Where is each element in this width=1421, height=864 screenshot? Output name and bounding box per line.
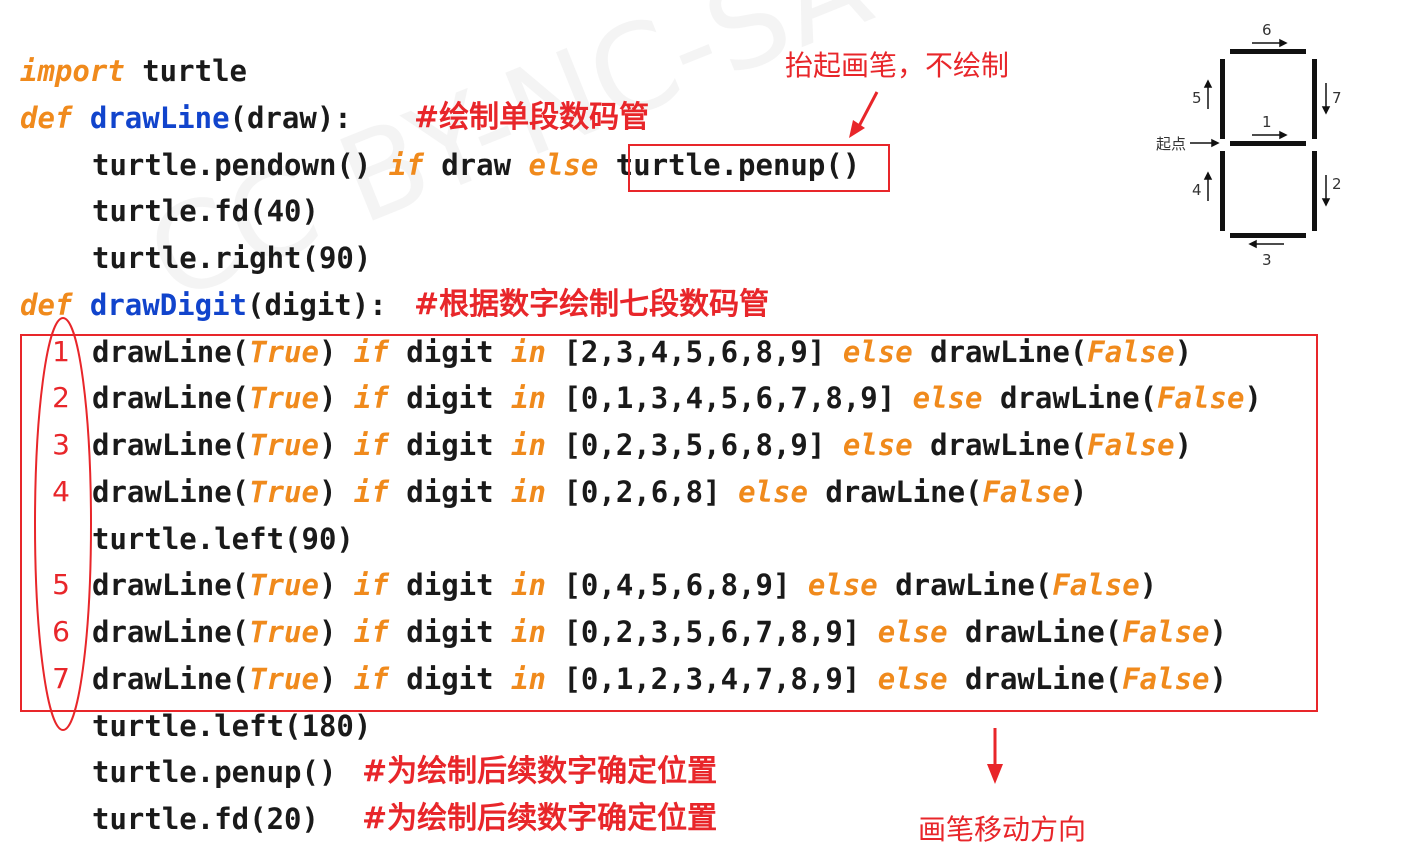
code-line-segment: drawLine(True) if digit in [0,2,3,5,6,8,…	[92, 428, 1193, 462]
segment-number: 3	[52, 428, 70, 461]
code-line-right90: turtle.right(90)	[92, 241, 372, 275]
code-line-fd20: turtle.fd(20)	[92, 802, 319, 836]
segment-number: 2	[52, 381, 70, 414]
code-line-segment: drawLine(True) if digit in [0,2,6,8] els…	[92, 475, 1088, 509]
move-direction-arrow	[987, 728, 1003, 784]
segment-7	[1312, 59, 1317, 139]
segment-1	[1230, 141, 1306, 146]
label-5: 5	[1192, 89, 1202, 107]
label-4: 4	[1192, 181, 1202, 199]
label-3: 3	[1262, 251, 1272, 269]
comment-position-1: #为绘制后续数字确定位置	[362, 754, 718, 789]
segment-6	[1230, 49, 1306, 54]
segment-4	[1220, 151, 1225, 231]
comment-draw-segment: #绘制单段数码管	[414, 100, 650, 135]
code-line-def-drawline: def drawLine(draw):	[20, 101, 352, 135]
label-start: 起点	[1156, 135, 1186, 153]
code-line-segment: drawLine(True) if digit in [0,4,5,6,8,9]…	[92, 568, 1158, 602]
move-direction-note: 画笔移动方向	[918, 813, 1087, 846]
comment-draw-digit: #根据数字绘制七段数码管	[414, 287, 770, 322]
label-7: 7	[1332, 89, 1342, 107]
segment-number: 7	[52, 662, 70, 695]
code-line-import: import turtle	[20, 54, 247, 88]
label-6: 6	[1262, 21, 1272, 39]
code-line-segment: drawLine(True) if digit in [0,2,3,5,6,7,…	[92, 615, 1227, 649]
segment-3	[1230, 233, 1306, 238]
penup-highlight-box	[628, 144, 890, 192]
code-line-fd40: turtle.fd(40)	[92, 194, 319, 228]
comment-position-2: #为绘制后续数字确定位置	[362, 801, 718, 836]
penup-note: 抬起画笔，不绘制	[785, 49, 1010, 82]
code-line-segment: drawLine(True) if digit in [0,1,2,3,4,7,…	[92, 662, 1227, 696]
code-line-segment: drawLine(True) if digit in [0,1,3,4,5,6,…	[92, 381, 1262, 415]
label-2: 2	[1332, 175, 1342, 193]
segment-5	[1220, 59, 1225, 139]
code-line-penup: turtle.penup()	[92, 755, 337, 789]
segment-number: 5	[52, 568, 70, 601]
code-line-segment: drawLine(True) if digit in [2,3,4,5,6,8,…	[92, 335, 1193, 369]
segment-2	[1312, 151, 1317, 231]
code-line-left180: turtle.left(180)	[92, 709, 372, 743]
penup-note-arrow	[849, 91, 879, 138]
seven-segment-diagram: 6 1 3 5 4 7 2 起点	[1156, 21, 1342, 269]
label-1: 1	[1262, 113, 1272, 131]
segment-number: 4	[52, 475, 70, 508]
segment-number: 1	[52, 335, 70, 368]
segment-number: 6	[52, 615, 70, 648]
code-line-left90: turtle.left(90)	[92, 522, 354, 556]
